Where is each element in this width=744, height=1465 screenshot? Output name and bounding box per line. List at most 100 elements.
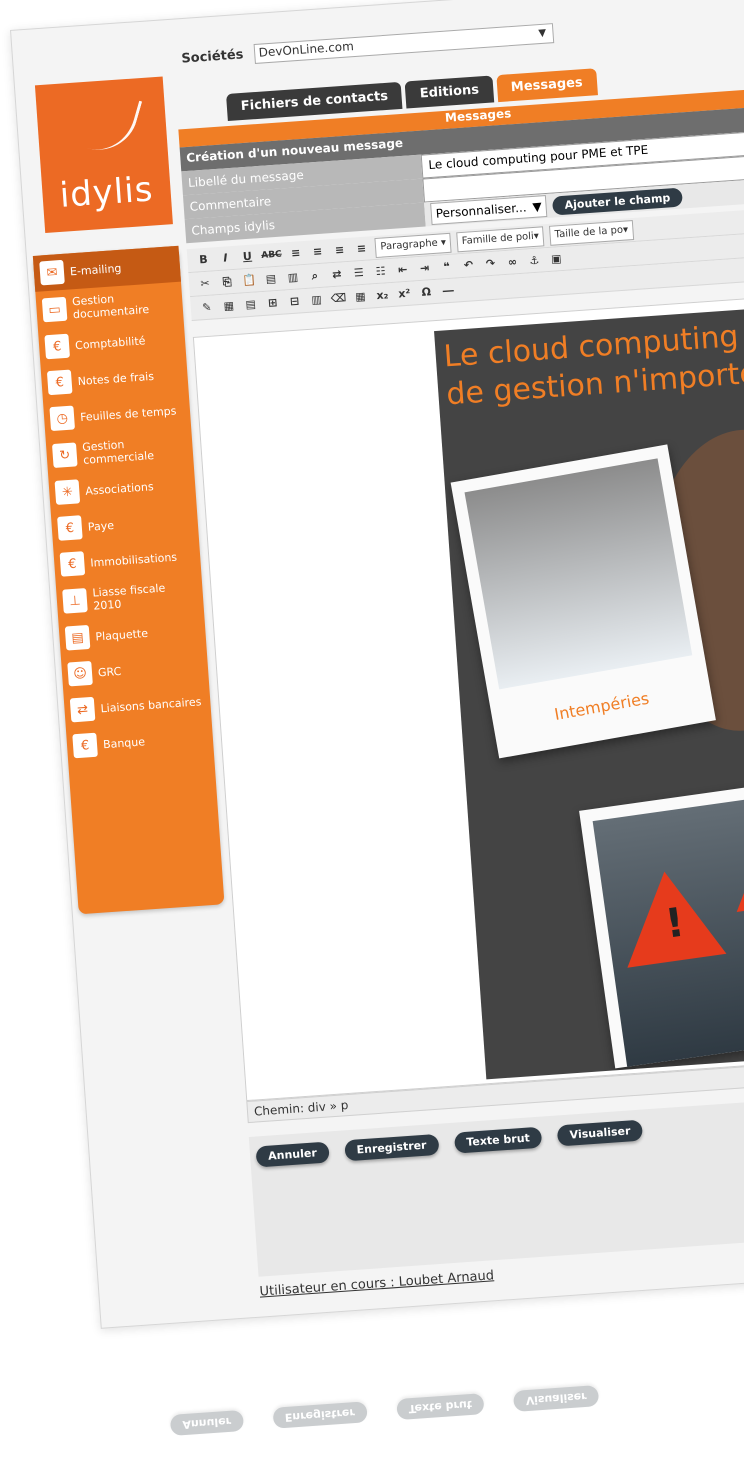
email-title: Le cloud computing p de gestion n'import… <box>442 317 744 413</box>
sidebar-item-label: Comptabilité <box>74 333 146 352</box>
superscript-icon[interactable]: x² <box>396 285 413 302</box>
raw-text-button[interactable]: Texte brut <box>453 1126 543 1154</box>
subscript-icon[interactable]: x₂ <box>374 287 391 304</box>
insert-row-icon[interactable]: ⊞ <box>264 294 281 311</box>
bank-link-icon: ⇄ <box>69 696 96 723</box>
champs-select-value: Personnaliser... <box>435 200 527 221</box>
company-select[interactable]: DevOnLine.com ▼ <box>253 23 554 65</box>
chevron-down-icon: ▼ <box>532 199 543 214</box>
money-bag-icon: € <box>72 732 98 759</box>
idylis-logo: idylis <box>34 76 173 234</box>
cancel-button-reflection: Annuler <box>169 1409 244 1436</box>
cut-icon[interactable]: ✂ <box>197 275 214 292</box>
tab-messages[interactable]: Messages <box>496 68 598 103</box>
font-family-select[interactable]: Famille de poli ▾ <box>456 225 545 252</box>
font-family-select-value: Famille de poli <box>461 230 535 247</box>
edit-icon[interactable]: ✎ <box>198 299 215 316</box>
align-left-icon[interactable]: ≡ <box>287 245 304 262</box>
bullet-list-icon[interactable]: ☰ <box>350 264 367 281</box>
clock-sheet-icon: ◷ <box>49 405 76 432</box>
add-field-button[interactable]: Ajouter le champ <box>552 187 683 216</box>
font-size-select[interactable]: Taille de la po ▾ <box>549 219 634 246</box>
sidebar-item-label: Gestion commerciale <box>81 438 155 467</box>
sidebar-item-label: Associations <box>84 479 154 498</box>
numbered-list-icon[interactable]: ☷ <box>372 263 389 280</box>
sidebar-item-label: E-mailing <box>69 261 122 278</box>
associations-icon: ✳ <box>54 479 81 505</box>
chevron-down-icon: ▼ <box>538 27 547 40</box>
find-icon[interactable]: ⌕ <box>306 267 323 284</box>
brochure-icon: ▤ <box>64 624 91 651</box>
snow-car-image <box>464 458 693 690</box>
email-preview: Le cloud computing p de gestion n'import… <box>434 306 744 1080</box>
envelope-icon: ✉ <box>39 259 65 286</box>
sidebar-item-label: Banque <box>102 734 146 751</box>
format-select[interactable]: Paragraphe ▾ <box>374 232 452 258</box>
visual-aid-icon[interactable]: ▦ <box>352 288 369 305</box>
app-window: idylis Sociétés DevOnLine.com ▼ Fichiers… <box>10 0 744 1329</box>
preview-button[interactable]: Visualiser <box>556 1119 644 1147</box>
pay-icon: € <box>57 515 83 541</box>
replace-icon[interactable]: ⇄ <box>328 266 345 283</box>
format-select-value: Paragraphe <box>380 237 439 253</box>
delete-row-icon[interactable]: ⊟ <box>286 293 303 310</box>
eraser-icon[interactable]: ⌫ <box>330 290 347 307</box>
euro-icon: € <box>44 333 70 360</box>
road-signs-image: ! <box>592 789 744 1067</box>
company-select-value: DevOnLine.com <box>258 39 355 60</box>
table-icon[interactable]: ▦ <box>220 297 237 314</box>
align-justify-icon[interactable]: ≡ <box>353 240 370 257</box>
align-center-icon[interactable]: ≡ <box>309 243 326 260</box>
photo-road-signs: ! <box>579 777 744 1069</box>
users-icon: ☺ <box>67 660 93 687</box>
org-chart-icon: ⊥ <box>62 588 88 614</box>
sidebar-item-label: Gestion documentaire <box>71 292 150 322</box>
sidebar-item-label: Feuilles de temps <box>79 403 177 424</box>
anchor-icon[interactable]: ⚓ <box>526 252 543 269</box>
paste-word-icon[interactable]: ▥ <box>284 269 301 286</box>
preview-button-reflection: Visualiser <box>513 1385 600 1412</box>
align-right-icon[interactable]: ≡ <box>331 242 348 259</box>
road-narrows-sign-icon <box>724 808 744 912</box>
assets-icon: € <box>59 551 86 577</box>
underline-button[interactable]: U <box>239 248 256 265</box>
horizontal-rule-icon[interactable]: ― <box>440 282 457 299</box>
action-bar: Annuler Enregistrer Texte brut Visualise… <box>248 1095 744 1277</box>
save-button[interactable]: Enregistrer <box>343 1133 440 1162</box>
company-label: Sociétés <box>180 47 244 67</box>
strikethrough-button[interactable]: ABC <box>261 246 283 263</box>
cycle-icon: ↻ <box>51 442 78 469</box>
folder-icon: ▭ <box>41 296 68 323</box>
paste-text-icon[interactable]: ▤ <box>262 270 279 287</box>
special-char-icon[interactable]: Ω <box>418 284 435 301</box>
italic-button[interactable]: I <box>217 249 234 266</box>
button-reflection: Annuler Enregistrer Texte brut Visualise… <box>169 1385 600 1436</box>
blockquote-icon[interactable]: ❝ <box>438 258 455 275</box>
logo-text: idylis <box>58 169 155 216</box>
raw-text-button-reflection: Texte brut <box>395 1393 485 1421</box>
cancel-button[interactable]: Annuler <box>255 1141 330 1168</box>
sidebar-item-label: Liaisons bancaires <box>100 694 202 715</box>
font-size-select-value: Taille de la po <box>554 224 624 241</box>
tab-editions[interactable]: Editions <box>404 75 494 109</box>
sidebar-item-label: Immobilisations <box>89 550 178 570</box>
logo-swoosh-icon <box>82 89 143 160</box>
copy-icon[interactable]: ⎘ <box>219 273 236 290</box>
redo-icon[interactable]: ↷ <box>482 255 499 272</box>
paste-icon[interactable]: 📋 <box>241 272 258 289</box>
editor-content-area[interactable]: Le cloud computing p de gestion n'import… <box>192 294 744 1102</box>
sidebar-item-label: Notes de frais <box>77 369 155 388</box>
row-props-icon[interactable]: ▤ <box>242 296 259 313</box>
sidebar-item-label: GRC <box>97 664 122 679</box>
link-icon[interactable]: ∞ <box>504 253 521 270</box>
indent-icon[interactable]: ⇥ <box>416 260 433 277</box>
company-selector-row: Sociétés DevOnLine.com ▼ <box>181 23 554 69</box>
merge-cells-icon[interactable]: ▥ <box>308 291 325 308</box>
receipt-icon: € <box>46 369 73 396</box>
bold-button[interactable]: B <box>195 251 212 268</box>
undo-icon[interactable]: ↶ <box>460 257 477 274</box>
image-icon[interactable]: ▣ <box>548 250 565 267</box>
outdent-icon[interactable]: ⇤ <box>394 261 411 278</box>
sidebar-item-label: Liasse fiscale 2010 <box>92 581 166 613</box>
save-button-reflection: Enregistrer <box>272 1401 368 1429</box>
